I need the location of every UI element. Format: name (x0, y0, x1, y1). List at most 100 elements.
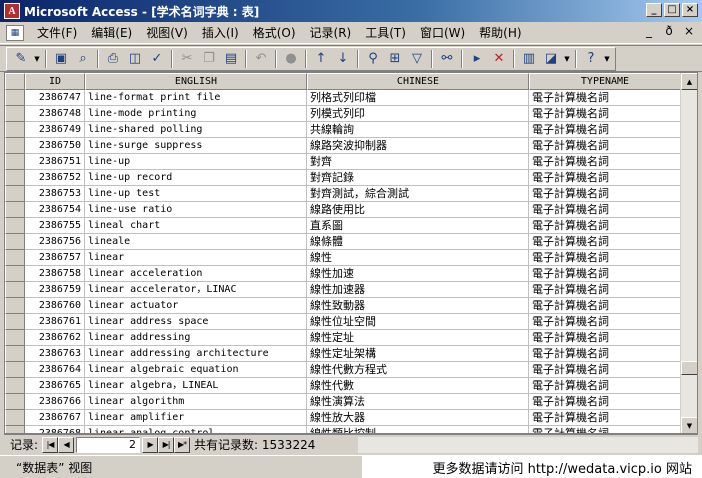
cell-chinese[interactable]: 線性代數方程式 (307, 362, 529, 378)
table-row[interactable]: 2386765 linear algebra，LINEAL 線性代數 電子計算機名詞 (5, 378, 681, 394)
sort-descending-icon[interactable]: ↓ (333, 49, 353, 69)
cell-english[interactable]: line-use ratio (85, 202, 307, 218)
spelling-icon[interactable]: ✓ (147, 49, 167, 69)
cell-typename[interactable]: 電子計算機名詞 (529, 378, 681, 394)
cell-english[interactable]: line-shared polling (85, 122, 307, 138)
row-selector[interactable] (5, 346, 25, 362)
cell-typename[interactable]: 電子計算機名詞 (529, 330, 681, 346)
cell-id[interactable]: 2386768 (25, 426, 85, 433)
cell-english[interactable]: linear algebra，LINEAL (85, 378, 307, 394)
table-row[interactable]: 2386768 linear analog control 線性類比控制 電子計算機名… (5, 426, 681, 433)
row-selector[interactable] (5, 266, 25, 282)
cell-chinese[interactable]: 線性代數 (307, 378, 529, 394)
cell-chinese[interactable]: 共線輪詢 (307, 122, 529, 138)
cell-typename[interactable]: 電子計算機名詞 (529, 234, 681, 250)
cell-chinese[interactable]: 線路突波抑制器 (307, 138, 529, 154)
doc-minimize-button[interactable]: _ (642, 24, 656, 38)
row-selector[interactable] (5, 234, 25, 250)
cell-chinese[interactable]: 對齊記錄 (307, 170, 529, 186)
cell-id[interactable]: 2386748 (25, 106, 85, 122)
doc-close-button[interactable]: × (682, 24, 696, 38)
new-object-dropdown-icon[interactable]: ▼ (563, 49, 571, 69)
row-selector[interactable] (5, 122, 25, 138)
cell-chinese[interactable]: 線性致動器 (307, 298, 529, 314)
menu-help[interactable]: 帮助(H) (472, 24, 528, 42)
row-selector[interactable] (5, 186, 25, 202)
cell-id[interactable]: 2386765 (25, 378, 85, 394)
cell-english[interactable]: line-surge suppress (85, 138, 307, 154)
sort-ascending-icon[interactable]: ↑ (311, 49, 331, 69)
cell-id[interactable]: 2386759 (25, 282, 85, 298)
cell-id[interactable]: 2386758 (25, 266, 85, 282)
row-selector[interactable] (5, 410, 25, 426)
cell-typename[interactable]: 電子計算機名詞 (529, 202, 681, 218)
cell-english[interactable]: linear acceleration (85, 266, 307, 282)
cell-id[interactable]: 2386756 (25, 234, 85, 250)
table-row[interactable]: 2386751 line-up 對齊 電子計算機名詞 (5, 154, 681, 170)
previous-record-button[interactable]: ◀ (58, 436, 75, 453)
table-row[interactable]: 2386763 linear addressing architecture 線性定… (5, 346, 681, 362)
vertical-scrollbar[interactable]: ▲ ▼ (680, 73, 697, 433)
apply-filter-icon[interactable]: ▽ (407, 49, 427, 69)
cell-english[interactable]: lineale (85, 234, 307, 250)
table-row[interactable]: 2386766 linear algorithm 線性演算法 電子計算機名詞 (5, 394, 681, 410)
cell-chinese[interactable]: 直系圖 (307, 218, 529, 234)
access-app-icon[interactable]: A (4, 3, 20, 19)
cell-chinese[interactable]: 線性類比控制 (307, 426, 529, 433)
cell-typename[interactable]: 電子計算機名詞 (529, 426, 681, 433)
menu-file[interactable]: 文件(F) (30, 24, 84, 42)
design-view-icon[interactable]: ✎ (11, 49, 31, 69)
cell-english[interactable]: linear addressing architecture (85, 346, 307, 362)
menu-window[interactable]: 窗口(W) (413, 24, 472, 42)
menu-edit[interactable]: 编辑(E) (84, 24, 139, 42)
cell-chinese[interactable]: 線性放大器 (307, 410, 529, 426)
table-row[interactable]: 2386760 linear actuator 線性致動器 電子計算機名詞 (5, 298, 681, 314)
cell-english[interactable]: linear accelerator，LINAC (85, 282, 307, 298)
table-row[interactable]: 2386750 line-surge suppress 線路突波抑制器 電子計算機名詞 (5, 138, 681, 154)
filter-by-form-icon[interactable]: ⊞ (385, 49, 405, 69)
cell-id[interactable]: 2386755 (25, 218, 85, 234)
cell-chinese[interactable]: 線性定址架構 (307, 346, 529, 362)
cell-typename[interactable]: 電子計算機名詞 (529, 394, 681, 410)
cell-english[interactable]: line-up test (85, 186, 307, 202)
row-selector[interactable] (5, 362, 25, 378)
menu-records[interactable]: 记录(R) (303, 24, 359, 42)
cell-typename[interactable]: 電子計算機名詞 (529, 90, 681, 106)
cell-english[interactable]: linear (85, 250, 307, 266)
cell-english[interactable]: linear analog control (85, 426, 307, 433)
menu-format[interactable]: 格式(O) (246, 24, 303, 42)
cell-typename[interactable]: 電子計算機名詞 (529, 106, 681, 122)
cell-chinese[interactable]: 線路使用比 (307, 202, 529, 218)
row-selector[interactable] (5, 314, 25, 330)
cell-id[interactable]: 2386749 (25, 122, 85, 138)
row-selector[interactable] (5, 298, 25, 314)
cell-english[interactable]: linear addressing (85, 330, 307, 346)
print-icon[interactable]: ⎙ (103, 49, 123, 69)
table-row[interactable]: 2386754 line-use ratio 線路使用比 電子計算機名詞 (5, 202, 681, 218)
table-row[interactable]: 2386767 linear amplifier 線性放大器 電子計算機名詞 (5, 410, 681, 426)
doc-restore-button[interactable]: ð (662, 24, 676, 38)
cell-chinese[interactable]: 對齊 (307, 154, 529, 170)
help-icon[interactable]: ? (581, 49, 601, 69)
cell-english[interactable]: line-mode printing (85, 106, 307, 122)
undo-icon[interactable]: ↶ (251, 49, 271, 69)
find-icon[interactable]: ⚯ (437, 49, 457, 69)
column-header-english[interactable]: ENGLISH (85, 73, 307, 90)
cell-id[interactable]: 2386762 (25, 330, 85, 346)
cell-chinese[interactable]: 線性加速器 (307, 282, 529, 298)
row-selector[interactable] (5, 250, 25, 266)
cell-id[interactable]: 2386760 (25, 298, 85, 314)
cell-typename[interactable]: 電子計算機名詞 (529, 298, 681, 314)
row-selector[interactable] (5, 170, 25, 186)
horizontal-scrollbar[interactable] (358, 437, 698, 453)
row-selector[interactable] (5, 218, 25, 234)
cell-chinese[interactable]: 列模式列印 (307, 106, 529, 122)
menu-insert[interactable]: 插入(I) (195, 24, 246, 42)
cell-typename[interactable]: 電子計算機名詞 (529, 218, 681, 234)
row-selector[interactable] (5, 202, 25, 218)
cell-english[interactable]: linear address space (85, 314, 307, 330)
table-row[interactable]: 2386747 line-format print file 列格式列印檔 電子計算機… (5, 90, 681, 106)
new-record-icon[interactable]: ▸ (467, 49, 487, 69)
toolbar-options-icon[interactable]: ▼ (603, 49, 611, 69)
cell-chinese[interactable]: 對齊測試，綜合測試 (307, 186, 529, 202)
